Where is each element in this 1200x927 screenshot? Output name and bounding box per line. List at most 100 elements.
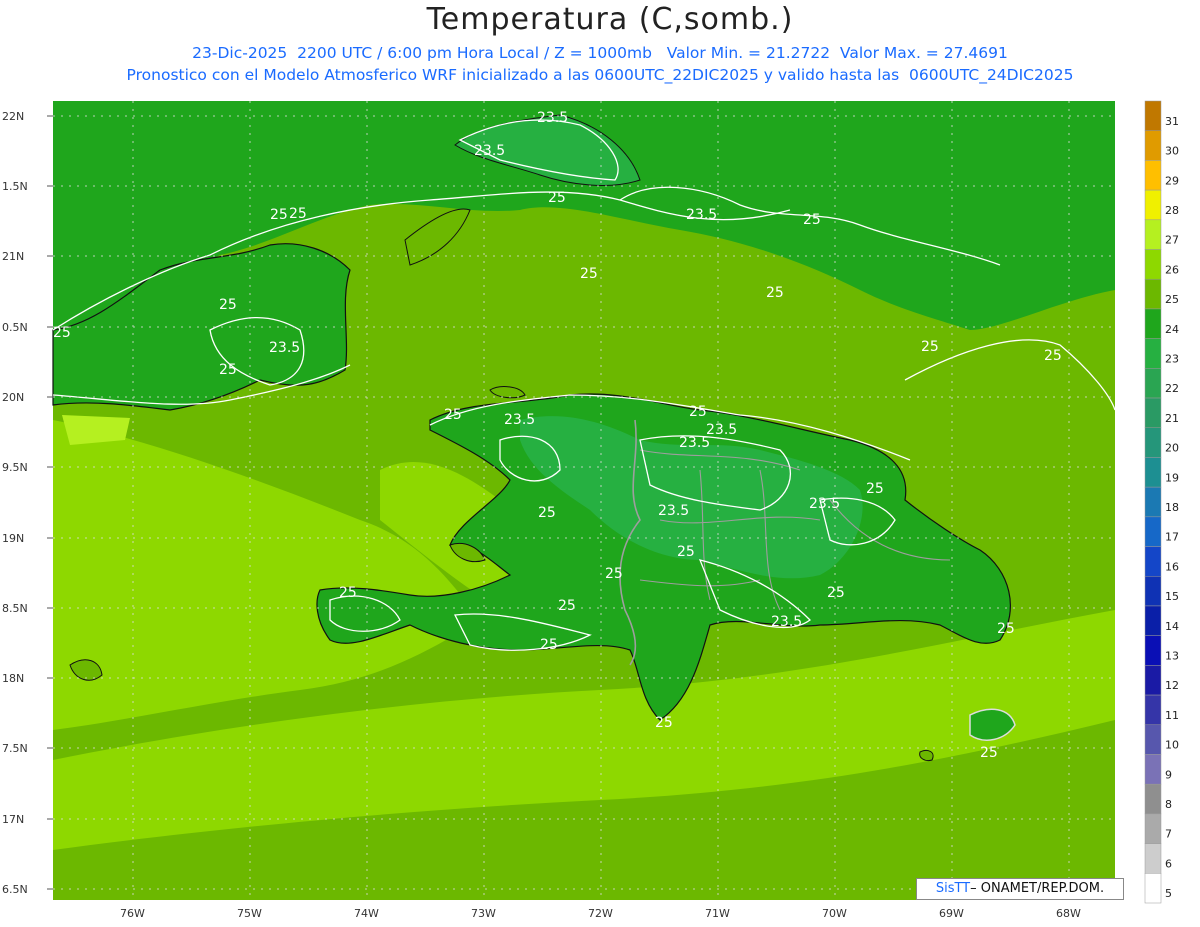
colorbar-swatch [1144,546,1162,577]
colorbar-label: 29 [1165,174,1179,187]
colorbar-swatch [1144,694,1162,726]
contour-label: 23.5 [771,614,802,630]
contour-label: 25 [689,404,707,420]
colorbar-swatch [1144,665,1162,696]
colorbar-swatch [1144,813,1162,844]
contour-label: 25 [219,297,237,313]
colorbar-swatch [1144,605,1162,636]
colorbar-swatch [1144,308,1162,339]
lon-label: 69W [939,907,964,920]
colorbar-swatch [1144,486,1162,518]
colorbar-swatch [1144,783,1162,815]
colorbar-swatch [1144,219,1162,250]
contour-label: 23.5 [269,340,300,356]
colorbar-swatch [1144,427,1162,458]
colorbar-label: 16 [1165,560,1179,573]
colorbar: 31 30 29 28 27 26 25 24 23 22 21 20 19 18 17 16 15 14 13 12… [1144,100,1179,904]
colorbar-label: 21 [1165,412,1179,425]
colorbar-label: 31 [1165,115,1179,128]
contour-label: 25 [219,362,237,378]
lat-label: 6.5N [2,883,28,896]
colorbar-swatch [1144,635,1162,666]
lon-label: 74W [354,907,379,920]
lon-label: 75W [237,907,262,920]
contour-label: 23.5 [706,422,737,438]
credit-org: ONAMET/REP.DOM. [976,881,1105,896]
contour-label: 23.5 [537,110,568,126]
lat-label: 9.5N [2,461,28,474]
colorbar-label: 28 [1165,204,1179,217]
lat-label: 19N [2,532,24,545]
colorbar-label: 13 [1165,650,1179,663]
colorbar-label: 11 [1165,709,1179,722]
contour-label: 25 [580,266,598,282]
colorbar-swatch [1144,724,1162,755]
lat-label: 18N [2,672,24,685]
colorbar-swatch [1144,130,1162,161]
lat-label: 1.5N [2,180,28,193]
colorbar-swatch [1144,516,1162,547]
contour-label: 25 [677,544,695,560]
colorbar-swatch [1144,249,1162,280]
colorbar-label: 7 [1165,828,1172,841]
contour-label: 25 [803,212,821,228]
lat-label: 7.5N [2,742,28,755]
colorbar-label: 26 [1165,263,1179,276]
contour-label: 25 [540,637,558,653]
contour-label: 25 [558,598,576,614]
map-plot-area: 23.5 23.5 25 23.5 25 25 25 25 25 25 23.5… [52,101,1116,900]
contour-label: 25 [548,190,566,206]
contour-label: 25 [444,407,462,423]
contour-label: 25 [655,715,673,731]
colorbar-label: 6 [1165,857,1172,870]
colorbar-swatch [1144,576,1162,607]
colorbar-label: 14 [1165,620,1179,633]
lon-label: 68W [1056,907,1081,920]
lat-label: 17N [2,813,24,826]
lon-label: 71W [705,907,730,920]
contour-label: 25 [289,206,307,222]
contour-label: 25 [997,621,1015,637]
lon-label: 73W [471,907,496,920]
sistt-logo: SisTT [935,881,971,896]
contour-label: 23.5 [474,143,505,159]
colorbar-label: 20 [1165,442,1179,455]
lat-label: 22N [2,110,24,123]
contour-label: 25 [270,207,288,223]
contour-label: 25 [980,745,998,761]
lat-label: 21N [2,250,24,263]
colorbar-label: 25 [1165,293,1179,306]
colorbar-label: 15 [1165,590,1179,603]
colorbar-label: 5 [1165,887,1172,900]
colorbar-swatch [1144,457,1162,488]
colorbar-label: 24 [1165,323,1179,336]
contour-label: 25 [1044,348,1062,364]
latitude-axis: 22N 1.5N 21N 0.5N 20N 9.5N 19N 8.5N 18N … [2,110,53,896]
contour-label: 25 [827,585,845,601]
colorbar-label: 23 [1165,352,1179,365]
colorbar-swatch [1144,338,1162,369]
colorbar-label: 10 [1165,739,1179,752]
lon-label: 76W [120,907,145,920]
colorbar-swatch [1144,189,1162,221]
colorbar-swatch [1144,278,1162,310]
credit-box: SisTT– ONAMET/REP.DOM. [916,878,1124,900]
temperature-map: 23.5 23.5 25 23.5 25 25 25 25 25 25 23.5… [2,100,1179,920]
colorbar-label: 27 [1165,234,1179,247]
colorbar-swatch [1144,754,1162,785]
contour-label: 25 [339,585,357,601]
contour-label: 25 [921,339,939,355]
contour-label: 25 [605,566,623,582]
colorbar-label: 17 [1165,531,1179,544]
colorbar-label: 9 [1165,768,1172,781]
contour-label: 25 [866,481,884,497]
lat-label: 20N [2,391,24,404]
colorbar-swatch [1144,100,1162,131]
colorbar-label: 22 [1165,382,1179,395]
colorbar-swatch [1144,397,1162,428]
colorbar-label: 30 [1165,145,1179,158]
contour-label: 23.5 [504,412,535,428]
colorbar-label: 12 [1165,679,1179,692]
colorbar-swatch [1144,843,1162,874]
lat-label: 0.5N [2,321,28,334]
